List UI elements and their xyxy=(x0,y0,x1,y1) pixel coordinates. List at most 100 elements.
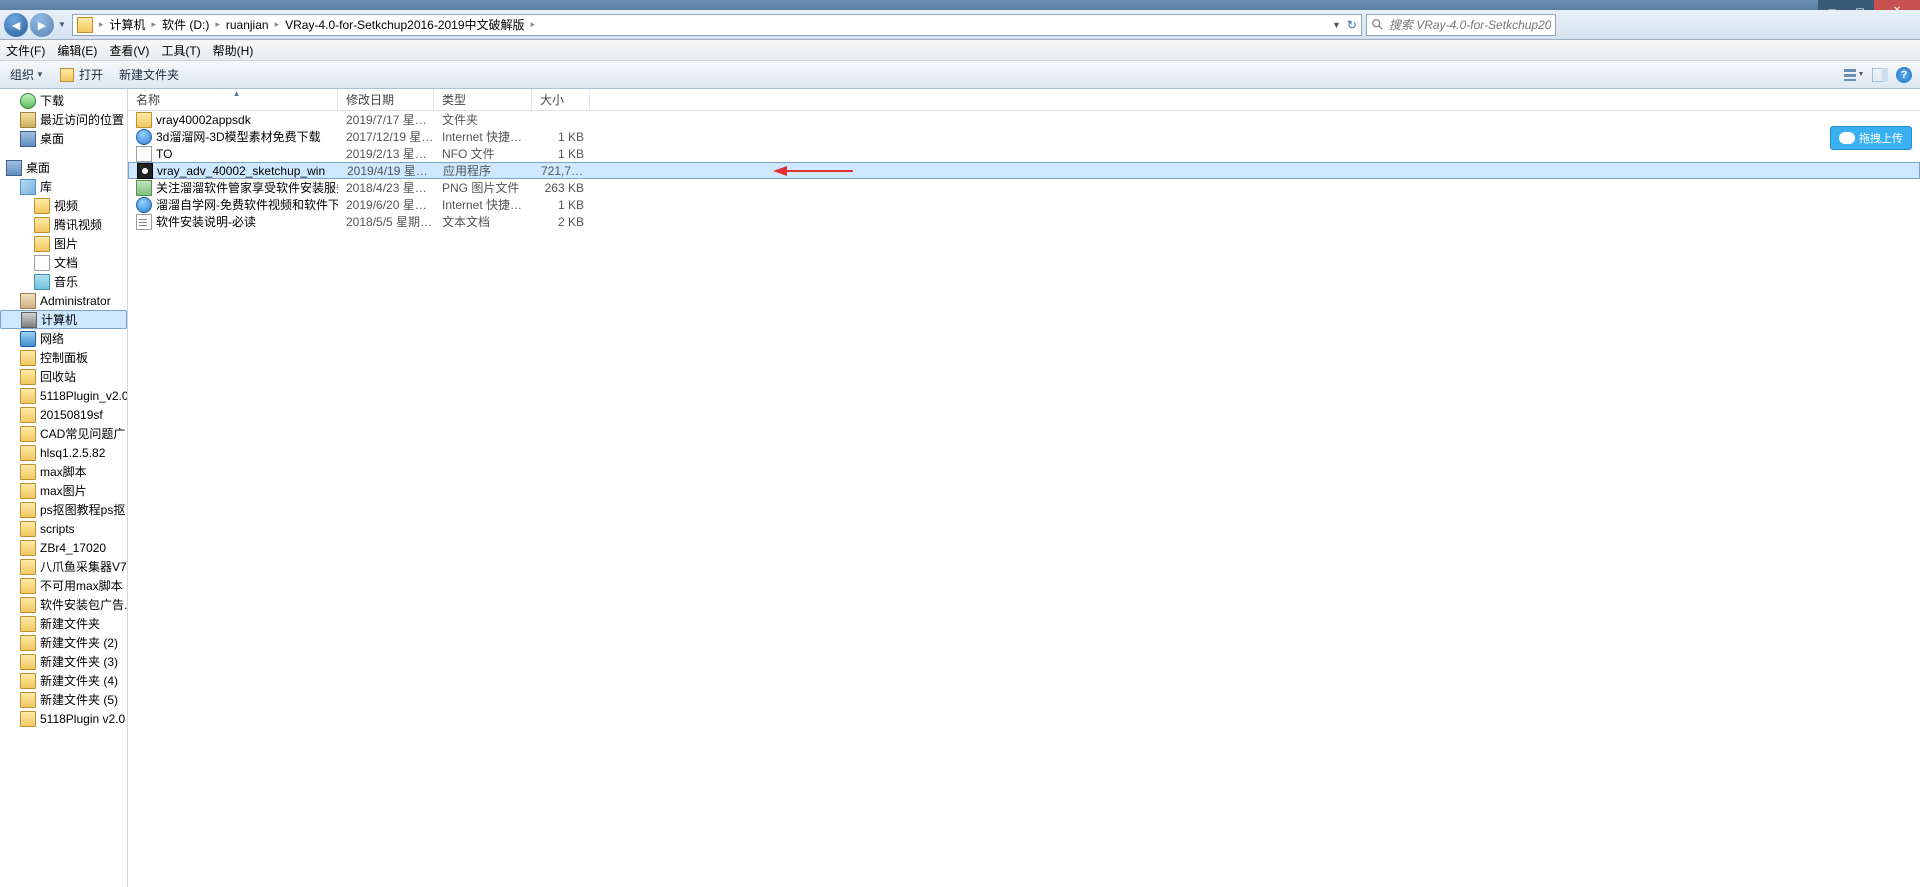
upload-float-button[interactable]: 拖拽上传 xyxy=(1830,126,1912,150)
tree-item[interactable]: 新建文件夹 (4) xyxy=(0,671,127,690)
tree-item[interactable]: 下载 xyxy=(0,91,127,110)
tree-item[interactable]: max脚本 xyxy=(0,462,127,481)
file-type: NFO 文件 xyxy=(434,145,532,162)
tree-item[interactable]: 新建文件夹 (5) xyxy=(0,690,127,709)
tree-item[interactable]: 软件安装包广告. xyxy=(0,595,127,614)
open-button[interactable]: 打开 xyxy=(60,66,103,83)
column-size[interactable]: 大小 xyxy=(532,89,590,110)
tree-label: 新建文件夹 (4) xyxy=(40,672,118,689)
preview-pane-icon[interactable] xyxy=(1872,68,1888,82)
tree-label: hlsq1.2.5.82 xyxy=(40,446,105,460)
tree-item[interactable]: 腾讯视频 xyxy=(0,215,127,234)
tree-label: 图片 xyxy=(54,235,78,252)
file-row[interactable]: 溜溜自学网-免费软件视频和软件下载网站2019/6/20 星期...Intern… xyxy=(128,196,1920,213)
file-row[interactable]: 3d溜溜网-3D模型素材免费下载2017/12/19 星期...Internet… xyxy=(128,128,1920,145)
tree-item[interactable]: 5118Plugin_v2.0 xyxy=(0,386,127,405)
folder-icon xyxy=(20,692,36,708)
menu-help[interactable]: 帮助(H) xyxy=(213,42,254,59)
breadcrumb-item[interactable]: VRay-4.0-for-Setkchup2016-2019中文破解版 xyxy=(281,16,528,33)
menu-edit[interactable]: 编辑(E) xyxy=(57,42,97,59)
tree-label: 桌面 xyxy=(26,159,50,176)
tree-item[interactable]: CAD常见问题广 xyxy=(0,424,127,443)
back-button[interactable]: ◄ xyxy=(4,13,28,37)
tree-label: 新建文件夹 (2) xyxy=(40,634,118,651)
search-input[interactable] xyxy=(1389,18,1551,32)
tree-item[interactable]: 音乐 xyxy=(0,272,127,291)
file-row[interactable]: 软件安装说明-必读2018/5/5 星期六 ...文本文档2 KB xyxy=(128,213,1920,230)
tree-item[interactable]: 八爪鱼采集器V7. xyxy=(0,557,127,576)
organize-button[interactable]: 组织▼ xyxy=(10,66,44,83)
breadcrumb[interactable]: ▸ 计算机 ▸ 软件 (D:) ▸ ruanjian ▸ VRay-4.0-fo… xyxy=(72,14,1362,36)
tree-label: 最近访问的位置 xyxy=(40,111,124,128)
tree-item[interactable]: hlsq1.2.5.82 xyxy=(0,443,127,462)
file-name: 软件安装说明-必读 xyxy=(156,213,256,230)
refresh-icon[interactable]: ↻ xyxy=(1347,18,1357,32)
tree-item[interactable]: Administrator xyxy=(0,291,127,310)
newfolder-button[interactable]: 新建文件夹 xyxy=(119,66,179,83)
folder-icon xyxy=(20,711,36,727)
tree-label: scripts xyxy=(40,522,75,536)
dropdown-icon[interactable]: ▼ xyxy=(1332,20,1341,30)
tree-label: 八爪鱼采集器V7. xyxy=(40,558,127,575)
tree-label: 不可用max脚本 xyxy=(40,577,123,594)
tree-item[interactable]: 控制面板 xyxy=(0,348,127,367)
breadcrumb-item[interactable]: 计算机 xyxy=(105,16,149,33)
tree-item[interactable]: 视频 xyxy=(0,196,127,215)
tree-item[interactable]: 新建文件夹 xyxy=(0,614,127,633)
tree-item[interactable]: 新建文件夹 (3) xyxy=(0,652,127,671)
file-name: TO xyxy=(156,147,172,161)
menu-file[interactable]: 文件(F) xyxy=(6,42,45,59)
tree-item[interactable]: 图片 xyxy=(0,234,127,253)
file-name: vray40002appsdk xyxy=(156,113,251,127)
tree-item[interactable]: 5118Plugin v2.0 xyxy=(0,709,127,728)
folder-icon xyxy=(20,654,36,670)
tree-label: 回收站 xyxy=(40,368,76,385)
tree-item[interactable]: 计算机 xyxy=(0,310,127,329)
view-options-icon[interactable] xyxy=(1844,68,1864,82)
tree-item[interactable]: 网络 xyxy=(0,329,127,348)
tree-item[interactable]: scripts xyxy=(0,519,127,538)
column-date[interactable]: 修改日期 xyxy=(338,89,434,110)
tree-item[interactable]: ZBr4_17020 xyxy=(0,538,127,557)
menu-tools[interactable]: 工具(T) xyxy=(161,42,200,59)
tree-item[interactable]: ps抠图教程ps抠 xyxy=(0,500,127,519)
sidebar-tree[interactable]: 下载最近访问的位置桌面桌面库视频腾讯视频图片文档音乐Administrator计… xyxy=(0,89,128,887)
menu-view[interactable]: 查看(V) xyxy=(109,42,149,59)
tree-item[interactable]: 文档 xyxy=(0,253,127,272)
folder-icon xyxy=(20,540,36,556)
toolbar: 组织▼ 打开 新建文件夹 ? xyxy=(0,61,1920,89)
tree-item[interactable]: 回收站 xyxy=(0,367,127,386)
tree-label: max图片 xyxy=(40,482,87,499)
file-row[interactable]: vray40002appsdk2019/7/17 星期...文件夹 xyxy=(128,111,1920,128)
tree-item[interactable]: 桌面 xyxy=(0,158,127,177)
folder-icon xyxy=(20,350,36,366)
cloud-icon xyxy=(1839,132,1855,144)
lib-icon xyxy=(20,179,36,195)
tree-item[interactable]: 库 xyxy=(0,177,127,196)
tree-item[interactable]: 新建文件夹 (2) xyxy=(0,633,127,652)
tree-item[interactable]: 20150819sf xyxy=(0,405,127,424)
title-bar: ─ ▭ ✕ xyxy=(0,0,1920,10)
file-row[interactable]: TO2019/2/13 星期...NFO 文件1 KB xyxy=(128,145,1920,162)
search-box[interactable] xyxy=(1366,14,1556,36)
column-name[interactable]: 名称▲ xyxy=(128,89,338,110)
help-icon[interactable]: ? xyxy=(1896,67,1912,83)
breadcrumb-item[interactable]: ruanjian xyxy=(222,18,273,32)
file-date: 2017/12/19 星期... xyxy=(338,128,434,145)
user-icon xyxy=(20,293,36,309)
nav-bar: ◄ ► ▼ ▸ 计算机 ▸ 软件 (D:) ▸ ruanjian ▸ VRay-… xyxy=(0,10,1920,40)
column-type[interactable]: 类型 xyxy=(434,89,532,110)
forward-button[interactable]: ► xyxy=(30,13,54,37)
file-row[interactable]: vray_adv_40002_sketchup_win2019/4/19 星期.… xyxy=(128,162,1920,179)
breadcrumb-item[interactable]: 软件 (D:) xyxy=(158,16,213,33)
tree-item[interactable]: 不可用max脚本 xyxy=(0,576,127,595)
tree-item[interactable]: max图片 xyxy=(0,481,127,500)
file-type: Internet 快捷方式 xyxy=(434,128,532,145)
tree-item[interactable]: 最近访问的位置 xyxy=(0,110,127,129)
search-icon xyxy=(1371,18,1385,32)
file-row[interactable]: 关注溜溜软件管家享受软件安装服务2018/4/23 星期...PNG 图片文件2… xyxy=(128,179,1920,196)
history-dropdown[interactable]: ▼ xyxy=(58,20,66,29)
tree-item[interactable]: 桌面 xyxy=(0,129,127,148)
file-list-area: 名称▲ 修改日期 类型 大小 vray40002appsdk2019/7/17 … xyxy=(128,89,1920,887)
tree-label: 桌面 xyxy=(40,130,64,147)
